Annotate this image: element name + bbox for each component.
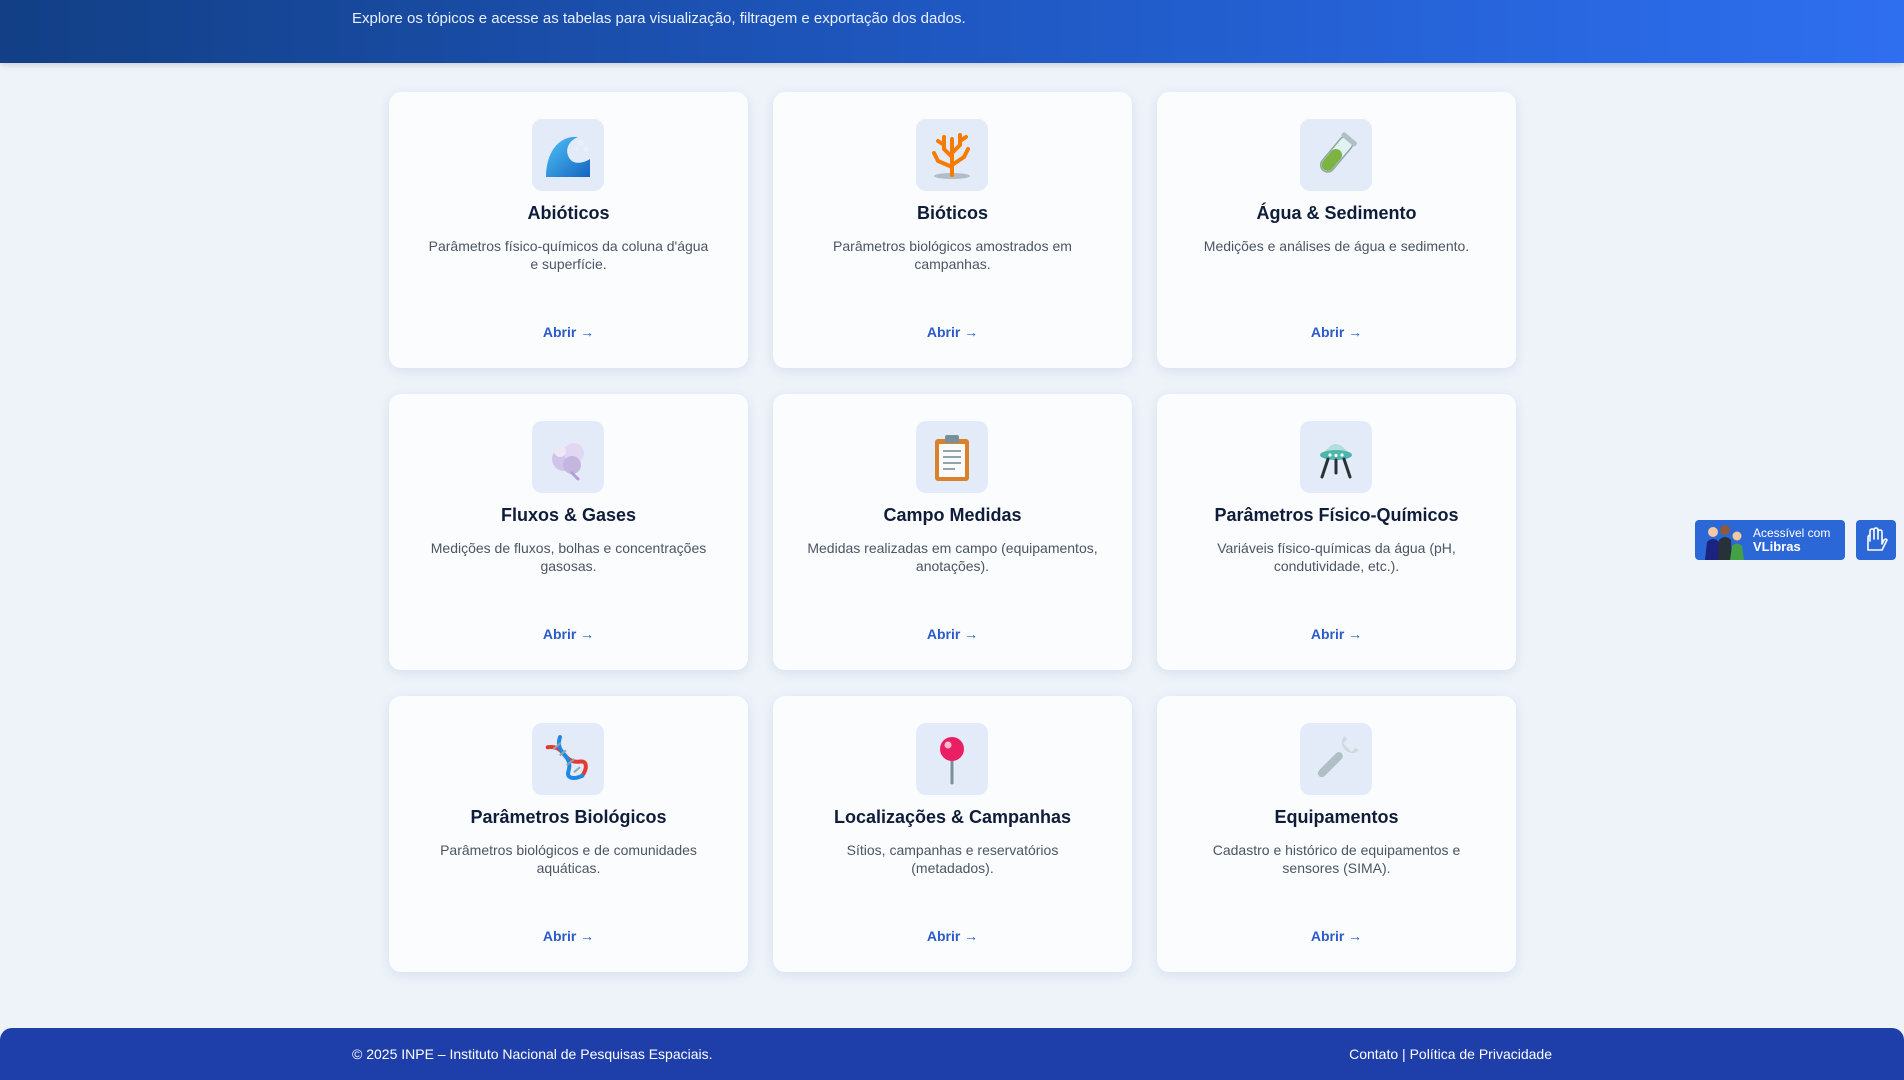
card-title: Parâmetros Biológicos xyxy=(470,807,667,827)
card-title: Abióticos xyxy=(527,203,610,223)
card-description: Medidas realizadas em campo (equipamento… xyxy=(807,540,1098,574)
open-link[interactable]: Abrir → xyxy=(389,928,748,944)
card-title: Água & Sedimento xyxy=(1256,203,1417,223)
lab-instrument-icon xyxy=(1300,421,1372,493)
map-pin-icon xyxy=(916,723,988,795)
vlibras-badge[interactable]: Acessível com VLibras xyxy=(1695,520,1845,560)
card-title: Parâmetros Físico-Químicos xyxy=(1214,505,1459,525)
test-tube-icon xyxy=(1300,119,1372,191)
card-title: Equipamentos xyxy=(1274,807,1399,827)
topic-card-parametros-fisico-quimicos[interactable]: Parâmetros Físico-Químicos Variáveis fís… xyxy=(1157,394,1516,670)
topic-card-localizacoes-campanhas[interactable]: Localizações & Campanhas Sítios, campanh… xyxy=(773,696,1132,972)
card-title: Campo Medidas xyxy=(883,505,1022,525)
footer-separator: | xyxy=(1398,1046,1410,1062)
card-description: Sítios, campanhas e reservatórios (metad… xyxy=(846,842,1059,876)
card-description: Parâmetros biológicos e de comunidades a… xyxy=(440,842,697,876)
wave-icon xyxy=(532,119,604,191)
topic-card-abioticos[interactable]: Abióticos Parâmetros físico-químicos da … xyxy=(389,92,748,368)
open-link[interactable]: Abrir → xyxy=(1157,324,1516,340)
topic-card-campo-medidas[interactable]: Campo Medidas Medidas realizadas em camp… xyxy=(773,394,1132,670)
card-description: Cadastro e histórico de equipamentos e s… xyxy=(1212,842,1461,876)
open-link[interactable]: Abrir → xyxy=(1157,928,1516,944)
topics-grid: Abióticos Parâmetros físico-químicos da … xyxy=(389,92,1516,972)
open-link[interactable]: Abrir → xyxy=(389,324,748,340)
footer-links: Contato | Política de Privacidade xyxy=(1349,1046,1552,1062)
coral-icon xyxy=(916,119,988,191)
open-link[interactable]: Abrir → xyxy=(389,626,748,642)
vlibras-people-icon xyxy=(1705,525,1744,560)
sign-language-hand-icon xyxy=(1867,527,1888,551)
card-description: Parâmetros biológicos amostrados em camp… xyxy=(833,238,1072,272)
card-title: Fluxos & Gases xyxy=(500,505,637,525)
footer-copyright: © 2025 INPE – Instituto Nacional de Pesq… xyxy=(352,1046,713,1062)
page-subtitle: Explore os tópicos e acesse as tabelas p… xyxy=(352,10,966,27)
topic-card-fluxos-gases[interactable]: Fluxos & Gases Medições de fluxos, bolha… xyxy=(389,394,748,670)
page-footer: © 2025 INPE – Instituto Nacional de Pesq… xyxy=(0,1028,1904,1080)
dna-icon xyxy=(532,723,604,795)
open-link[interactable]: Abrir → xyxy=(773,626,1132,642)
contact-link[interactable]: Contato xyxy=(1349,1046,1398,1062)
gas-cloud-icon xyxy=(532,421,604,493)
topic-card-agua-sedimento[interactable]: Água & Sedimento Medições e análises de … xyxy=(1157,92,1516,368)
open-link[interactable]: Abrir → xyxy=(773,324,1132,340)
vlibras-hands-button[interactable] xyxy=(1856,520,1896,560)
topic-card-bioticos[interactable]: Bióticos Parâmetros biológicos amostrado… xyxy=(773,92,1132,368)
clipboard-icon xyxy=(916,421,988,493)
vlibras-label: Acessível com VLibras xyxy=(1753,526,1831,554)
card-description: Medições de fluxos, bolhas e concentraçõ… xyxy=(430,540,707,574)
card-description: Parâmetros físico-químicos da coluna d'á… xyxy=(428,238,709,272)
page-header: Explore os tópicos e acesse as tabelas p… xyxy=(0,0,1904,63)
open-link[interactable]: Abrir → xyxy=(1157,626,1516,642)
card-description: Variáveis físico-químicas da água (pH, c… xyxy=(1217,540,1456,574)
card-description: Medições e análises de água e sedimento. xyxy=(1203,238,1470,254)
topic-card-equipamentos[interactable]: Equipamentos Cadastro e histórico de equ… xyxy=(1157,696,1516,972)
open-link[interactable]: Abrir → xyxy=(773,928,1132,944)
card-title: Bióticos xyxy=(916,203,988,223)
card-title: Localizações & Campanhas xyxy=(833,807,1072,827)
topic-card-parametros-biologicos[interactable]: Parâmetros Biológicos Parâmetros biológi… xyxy=(389,696,748,972)
wrench-icon xyxy=(1300,723,1372,795)
privacy-policy-link[interactable]: Política de Privacidade xyxy=(1410,1046,1552,1062)
